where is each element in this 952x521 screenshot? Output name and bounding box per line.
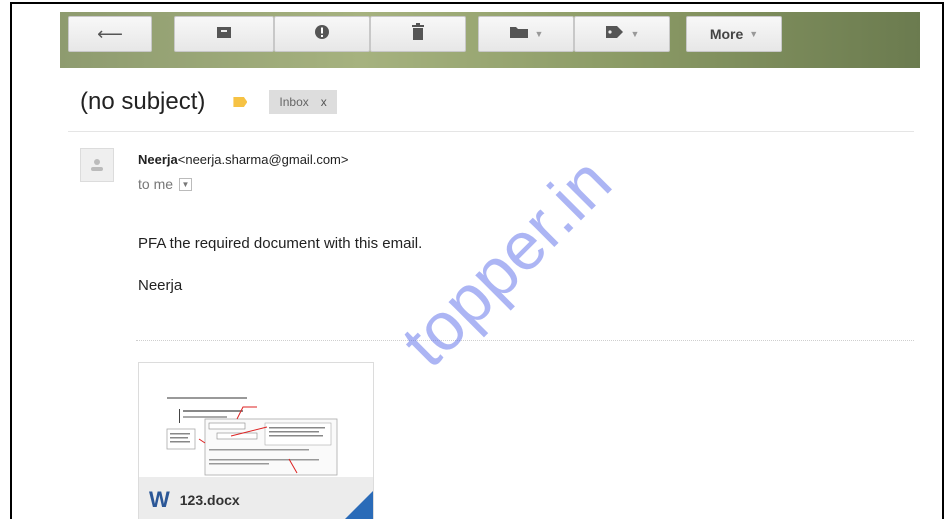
sender-email: <neerja.sharma@gmail.com> bbox=[177, 152, 349, 167]
more-button[interactable]: More ▼ bbox=[686, 16, 782, 52]
email-subject: (no subject) bbox=[80, 88, 206, 115]
show-details-button[interactable]: ▼ bbox=[179, 177, 193, 191]
attachment-card[interactable]: W 123.docx bbox=[138, 362, 374, 519]
chevron-down-icon: ▼ bbox=[749, 29, 759, 39]
attachment-divider bbox=[136, 340, 914, 341]
message-body-line: PFA the required document with this emai… bbox=[138, 235, 423, 252]
label-tag-icon[interactable] bbox=[233, 97, 248, 107]
attachment-thumbnail bbox=[139, 363, 373, 477]
recipient-text: to me bbox=[138, 176, 174, 192]
labels-button[interactable]: ▼ bbox=[574, 16, 670, 52]
inbox-label-chip[interactable]: Inbox x bbox=[269, 90, 337, 114]
inbox-label-text: Inbox bbox=[279, 95, 309, 109]
toolbar: ⟵ ▼ ▼ More ▼ bbox=[60, 12, 920, 68]
recipient-line: to me ▼ bbox=[138, 176, 193, 192]
sender-line: Neerja<neerja.sharma@gmail.com> bbox=[138, 152, 348, 167]
chevron-down-icon: ▼ bbox=[630, 29, 640, 39]
back-button[interactable]: ⟵ bbox=[68, 16, 152, 52]
avatar bbox=[80, 148, 114, 182]
subject-row: (no subject) Inbox x bbox=[80, 86, 337, 118]
delete-button[interactable] bbox=[370, 16, 466, 52]
attachment-filename[interactable]: 123.docx bbox=[180, 492, 240, 508]
tag-icon bbox=[605, 25, 625, 44]
sender-name[interactable]: Neerja bbox=[138, 152, 178, 167]
archive-icon bbox=[216, 25, 232, 44]
move-to-button[interactable]: ▼ bbox=[478, 16, 574, 52]
alert-icon bbox=[314, 24, 330, 45]
email-window: ⟵ ▼ ▼ More ▼ (no subject) Inbox x Neerja… bbox=[10, 2, 944, 519]
trash-icon bbox=[411, 22, 425, 46]
folder-icon bbox=[509, 25, 529, 44]
chevron-down-icon: ▼ bbox=[534, 29, 544, 39]
attachment-footer: W 123.docx bbox=[139, 477, 373, 519]
arrow-left-icon: ⟵ bbox=[97, 23, 123, 44]
report-spam-button[interactable] bbox=[274, 16, 370, 52]
message-signature: Neerja bbox=[138, 277, 183, 294]
divider bbox=[68, 131, 914, 132]
watermark: topper.in bbox=[387, 143, 626, 382]
page-corner-icon bbox=[341, 491, 373, 519]
more-button-label: More bbox=[709, 26, 744, 42]
word-document-icon: W bbox=[149, 487, 170, 512]
person-icon bbox=[91, 159, 103, 171]
remove-label-button[interactable]: x bbox=[321, 95, 327, 109]
archive-button[interactable] bbox=[174, 16, 274, 52]
